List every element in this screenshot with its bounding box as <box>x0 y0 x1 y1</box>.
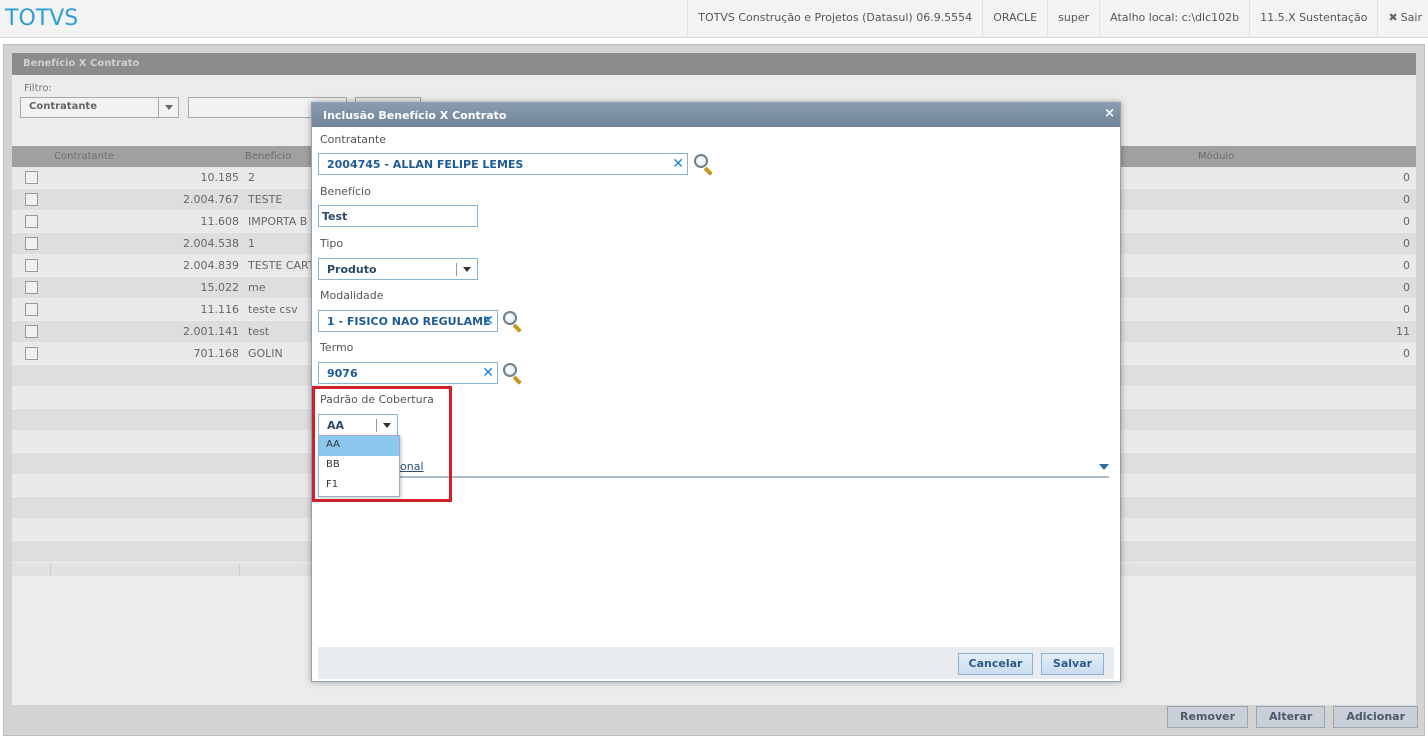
cell-modulo: 0 <box>1403 303 1410 316</box>
remove-button[interactable]: Remover <box>1167 706 1249 728</box>
edit-button[interactable]: Alterar <box>1256 706 1326 728</box>
tipo-select[interactable]: Produto <box>318 258 478 280</box>
cell-beneficio: GOLIN <box>248 347 283 360</box>
contratante-label: Contratante <box>320 133 387 146</box>
cancel-button[interactable]: Cancelar <box>958 653 1033 675</box>
column-beneficio[interactable]: Benefício <box>245 151 291 162</box>
filter-select-value: Contratante <box>29 101 97 112</box>
cell-modulo: 0 <box>1403 193 1410 206</box>
cell-beneficio: test <box>248 325 270 338</box>
cell-beneficio: 1 <box>248 237 255 250</box>
cell-modulo: 0 <box>1403 347 1410 360</box>
chevron-down-icon <box>463 267 471 272</box>
filter-select[interactable]: Contratante <box>20 97 179 118</box>
cell-contratante: 701.168 <box>193 347 240 360</box>
cell-contratante: 2.004.839 <box>183 259 239 272</box>
tipo-value: Produto <box>327 263 377 276</box>
search-icon[interactable] <box>502 362 524 385</box>
user-name[interactable]: super <box>1047 0 1099 37</box>
tipo-label: Tipo <box>320 237 344 250</box>
highlight-box <box>312 386 452 502</box>
cell-beneficio: teste csv <box>248 303 298 316</box>
cell-modulo: 0 <box>1403 215 1410 228</box>
close-icon: ✖ <box>1388 11 1398 24</box>
search-icon[interactable] <box>502 310 524 333</box>
cell-modulo: 0 <box>1403 281 1410 294</box>
clear-icon[interactable]: ✕ <box>482 313 494 329</box>
termo-label: Termo <box>320 341 354 354</box>
cell-contratante: 2.004.767 <box>183 193 239 206</box>
termo-value: 9076 <box>327 367 358 380</box>
clear-icon[interactable]: ✕ <box>482 365 494 381</box>
add-button[interactable]: Adicionar <box>1333 706 1418 728</box>
chevron-down-icon[interactable] <box>1099 464 1109 470</box>
termo-field[interactable]: 9076 ✕ <box>318 362 498 384</box>
cell-modulo: 11 <box>1396 325 1410 338</box>
version-info: 11.5.X Sustentação <box>1249 0 1377 37</box>
modalidade-label: Modalidade <box>320 289 384 302</box>
search-icon[interactable] <box>693 153 715 176</box>
beneficio-label: Benefício <box>320 185 371 198</box>
modal-footer: Cancelar Salvar <box>318 647 1114 679</box>
cell-contratante: 15.022 <box>200 281 240 294</box>
cell-beneficio: TESTE <box>248 193 283 206</box>
cell-beneficio: TESTE CART <box>248 259 315 272</box>
contratante-value: 2004745 - ALLAN FELIPE LEMES <box>327 158 524 171</box>
filter-label: Filtro: <box>24 83 52 94</box>
shortcut-info: Atalho local: c:\dlc102b <box>1099 0 1249 37</box>
cell-beneficio: IMPORTA B <box>248 215 308 228</box>
column-modulo[interactable]: Módulo <box>1198 151 1234 162</box>
cell-contratante: 2.001.141 <box>183 325 239 338</box>
modal-title-bar: Inclusão Benefício X Contrato × <box>312 103 1120 127</box>
brand-logo: TOTVS <box>5 6 79 31</box>
clear-icon[interactable]: ✕ <box>672 156 684 172</box>
cell-beneficio: 2 <box>248 171 255 184</box>
save-button[interactable]: Salvar <box>1041 653 1104 675</box>
column-contratante[interactable]: Contratante <box>54 151 114 162</box>
beneficio-value: Test <box>322 210 348 223</box>
exit-label: Sair <box>1400 11 1422 24</box>
top-info: TOTVS Construção e Projetos (Datasul) 06… <box>687 0 1428 37</box>
database-name: ORACLE <box>982 0 1047 37</box>
modalidade-value: 1 - FISICO NAO REGULAME <box>327 315 491 328</box>
cell-modulo: 0 <box>1403 237 1410 250</box>
close-icon[interactable]: × <box>1104 106 1115 121</box>
cell-contratante: 11.608 <box>200 215 240 228</box>
cell-contratante: 10.185 <box>200 171 240 184</box>
contratante-field[interactable]: 2004745 - ALLAN FELIPE LEMES ✕ <box>318 153 688 175</box>
modalidade-field[interactable]: 1 - FISICO NAO REGULAME ✕ <box>318 310 498 332</box>
bottom-buttons: Remover Alterar Adicionar <box>1167 706 1418 728</box>
modal-title: Inclusão Benefício X Contrato <box>323 109 507 122</box>
cell-beneficio: me <box>248 281 266 294</box>
top-bar: TOTVS TOTVS Construção e Projetos (Datas… <box>0 0 1428 38</box>
select-divider <box>456 263 457 276</box>
panel-title: Benefício X Contrato <box>12 53 1416 75</box>
chevron-down-icon <box>158 98 178 117</box>
beneficio-field[interactable]: Test <box>318 205 478 227</box>
cell-contratante: 11.116 <box>200 303 240 316</box>
cell-modulo: 0 <box>1403 171 1410 184</box>
product-name: TOTVS Construção e Projetos (Datasul) 06… <box>687 0 982 37</box>
cell-modulo: 0 <box>1403 259 1410 272</box>
exit-button[interactable]: ✖ Sair <box>1377 0 1428 37</box>
cell-contratante: 2.004.538 <box>183 237 239 250</box>
